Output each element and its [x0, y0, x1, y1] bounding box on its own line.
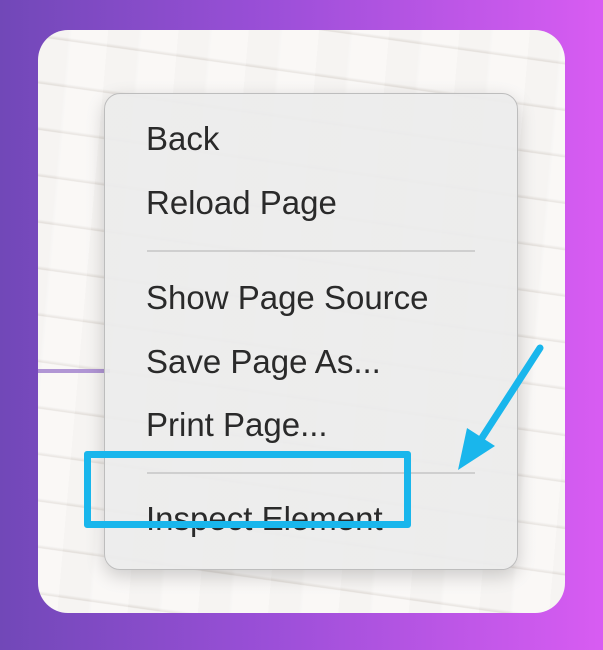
- background-page-line: [38, 369, 110, 373]
- menu-separator: [147, 250, 475, 252]
- inspect-element-highlight: [84, 451, 411, 528]
- menu-item-back[interactable]: Back: [146, 119, 219, 159]
- menu-item-show-page-source[interactable]: Show Page Source: [146, 278, 429, 318]
- menu-item-save-page-as[interactable]: Save Page As...: [146, 342, 381, 382]
- menu-item-reload-page[interactable]: Reload Page: [146, 183, 337, 223]
- menu-item-print-page[interactable]: Print Page...: [146, 405, 328, 445]
